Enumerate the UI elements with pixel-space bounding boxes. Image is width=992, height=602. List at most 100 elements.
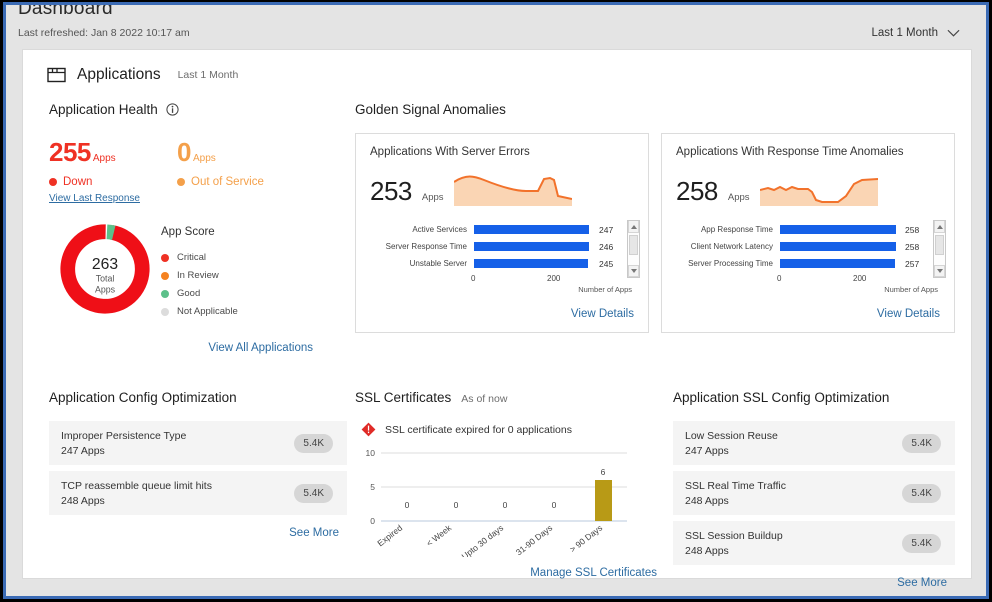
bar-value: 0	[405, 500, 410, 510]
legend-label: Not Applicable	[177, 306, 238, 317]
info-icon[interactable]	[165, 103, 179, 116]
bar-row: Active Services 247	[370, 221, 634, 238]
oos-label: Out of Service	[191, 176, 264, 188]
health-counts: 255 Apps Down View Last Response 0 Apps Ou…	[49, 137, 347, 206]
bar-row: Server Processing Time 257	[676, 255, 940, 272]
x-tick: 31-90 Days	[514, 523, 554, 557]
scroll-up-button[interactable]	[628, 221, 639, 233]
dashboard-page: Dashboard Last refreshed: Jan 8 2022 10:…	[6, 5, 986, 596]
legend-list: Critical In Review Good Not Applicable	[161, 252, 238, 317]
scroll-thumb[interactable]	[629, 235, 638, 255]
manage-ssl-certificates-link[interactable]: Manage SSL Certificates	[530, 567, 657, 579]
response-time-value: 258	[676, 176, 718, 206]
arrow-up-icon	[630, 224, 637, 229]
bar-fill	[474, 259, 589, 268]
scrollbar[interactable]	[933, 220, 946, 278]
item-name: TCP reassemble queue limit hits	[61, 479, 212, 492]
bar-value: 6	[601, 467, 606, 477]
bottom-row: Application Config Optimization Improper…	[39, 390, 955, 591]
item-name: SSL Real Time Traffic	[685, 479, 786, 492]
legend-dot-critical	[161, 253, 169, 262]
legend-item: Critical	[161, 252, 238, 263]
server-errors-unit: Apps	[421, 192, 444, 203]
x-tick: 0	[471, 274, 476, 283]
bar-fill	[595, 480, 612, 521]
server-errors-card: Applications With Server Errors 253 Apps	[355, 133, 649, 333]
ssl-certificates-section: SSL Certificates As of now SSL certifica…	[347, 390, 663, 591]
bar-label: Unstable Server	[409, 259, 467, 268]
config-optimization-section: Application Config Optimization Improper…	[39, 390, 347, 591]
down-unit: Apps	[92, 153, 116, 164]
app-score-donut: 263 Total Apps	[60, 224, 150, 314]
scrollbar[interactable]	[627, 220, 640, 278]
bar-track	[780, 255, 898, 272]
y-tick: 0	[370, 516, 375, 526]
item-apps: 247 Apps	[685, 444, 729, 457]
response-time-footer: View Details	[877, 304, 940, 322]
bar-value: 247	[599, 224, 614, 235]
time-range-dropdown[interactable]: Last 1 Month	[872, 27, 960, 39]
scroll-down-button[interactable]	[628, 265, 639, 277]
x-axis-label: Number of Apps	[884, 285, 938, 294]
bar-label: App Response Time	[700, 225, 773, 234]
applications-header: Applications Last 1 Month	[47, 66, 955, 84]
ssl-config-optimization-section: Application SSL Config Optimization Low …	[663, 390, 955, 591]
legend-label: Good	[177, 288, 201, 299]
legend-item: Good	[161, 288, 238, 299]
server-errors-summary: 253 Apps	[370, 170, 634, 207]
view-all-applications-link[interactable]: View All Applications	[208, 342, 313, 354]
ssl-warning-text: SSL certificate expired for 0 applicatio…	[385, 423, 572, 436]
view-details-link[interactable]: View Details	[877, 308, 940, 320]
bar-value: 258	[905, 224, 920, 235]
list-item[interactable]: Low Session Reuse 247 Apps 5.4K	[673, 421, 955, 465]
list-item[interactable]: SSL Real Time Traffic 248 Apps 5.4K	[673, 471, 955, 515]
ssl-title: SSL Certificates	[355, 390, 452, 405]
x-axis: 0 200 Number of Apps	[777, 272, 938, 298]
server-errors-footer: View Details	[571, 304, 634, 322]
oos-count: 0	[177, 137, 191, 167]
list-item[interactable]: TCP reassemble queue limit hits 248 Apps…	[49, 471, 347, 515]
app-window: Dashboard Last refreshed: Jan 8 2022 10:…	[3, 2, 989, 599]
scroll-up-button[interactable]	[934, 221, 945, 233]
config-optimization-list: Improper Persistence Type 247 Apps 5.4K …	[49, 421, 347, 515]
x-axis-label: Number of Apps	[578, 285, 632, 294]
bar-fill	[780, 242, 896, 251]
golden-signal-cards: Applications With Server Errors 253 Apps	[355, 133, 955, 333]
scroll-down-button[interactable]	[934, 265, 945, 277]
applications-card: Applications Last 1 Month Application He…	[22, 49, 972, 589]
refresh-row: Last refreshed: Jan 8 2022 10:17 am Last…	[18, 27, 974, 39]
bar-row: App Response Time 258	[676, 221, 940, 238]
x-axis: 0 200 Number of Apps	[471, 272, 632, 298]
view-details-link[interactable]: View Details	[571, 308, 634, 320]
see-more-link[interactable]: See More	[897, 577, 947, 589]
legend-label: Critical	[177, 252, 207, 263]
manage-ssl-row: Manage SSL Certificates	[355, 563, 663, 581]
item-count-badge: 5.4K	[902, 433, 941, 453]
oos-label-row: Out of Service	[177, 176, 305, 188]
ssl-warning-row: SSL certificate expired for 0 applicatio…	[355, 422, 663, 437]
item-name: Improper Persistence Type	[61, 429, 187, 442]
application-health-title: Application Health	[49, 102, 347, 117]
ssl-as-of: As of now	[461, 393, 508, 405]
bar-track	[474, 238, 592, 255]
arrow-down-icon	[630, 269, 637, 273]
donut-center-value: 263	[92, 256, 118, 273]
bar-track	[780, 221, 898, 238]
see-more-link[interactable]: See More	[289, 527, 339, 539]
golden-signal-title: Golden Signal Anomalies	[355, 102, 506, 117]
response-time-summary: 258 Apps	[676, 170, 940, 207]
scroll-thumb[interactable]	[935, 235, 944, 255]
list-item[interactable]: Improper Persistence Type 247 Apps 5.4K	[49, 421, 347, 465]
server-errors-bars: Active Services 247 Server Response Time…	[370, 221, 634, 298]
health-down: 255 Apps Down View Last Response	[49, 137, 177, 206]
y-tick: 5	[370, 482, 375, 492]
health-out-of-service: 0 Apps Out of Service	[177, 137, 305, 206]
golden-signal-section: Golden Signal Anomalies Applications Wit…	[347, 102, 955, 356]
y-tick: 10	[366, 448, 376, 458]
view-last-response-link[interactable]: View Last Response	[49, 193, 140, 204]
item-apps: 248 Apps	[61, 494, 105, 507]
chevron-down-icon	[947, 29, 960, 37]
config-optimization-title: Application Config Optimization	[49, 390, 237, 405]
applications-range: Last 1 Month	[177, 69, 239, 81]
list-item[interactable]: SSL Session Buildup 248 Apps 5.4K	[673, 521, 955, 565]
